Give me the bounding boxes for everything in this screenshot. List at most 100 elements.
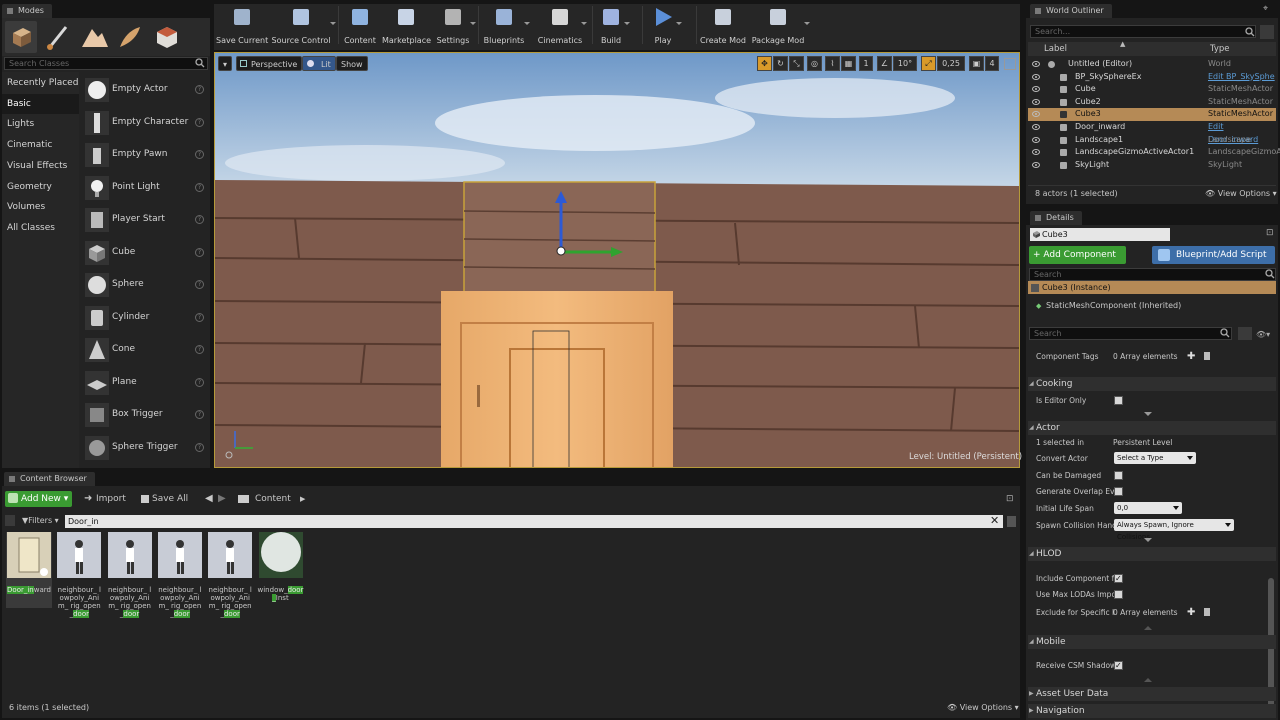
landscape-mode-icon[interactable] — [78, 21, 110, 53]
foliage-mode-icon[interactable] — [114, 21, 146, 53]
outliner-row[interactable]: LandscapeGizmoActiveActor1 LandscapeGizmo… — [1028, 146, 1280, 159]
content-lock-icon[interactable]: ⊡ — [1006, 494, 1016, 504]
cinematics-button[interactable]: Cinematics — [537, 6, 583, 48]
source-control-dropdown-arrow-icon[interactable] — [330, 22, 336, 25]
can-be-damaged-checkbox[interactable] — [1114, 471, 1123, 480]
help-icon[interactable]: ? — [195, 247, 204, 257]
translate-tool-icon[interactable]: ✥ — [757, 56, 772, 71]
outliner-row[interactable]: Door_inward Edit Door_inward — [1028, 121, 1276, 144]
marketplace-button[interactable]: Marketplace — [382, 6, 431, 48]
help-icon[interactable]: ? — [195, 377, 204, 387]
content-path-crumb[interactable]: Content — [255, 492, 291, 506]
outliner-row[interactable]: Cube StaticMeshActor — [1028, 83, 1276, 96]
details-tab[interactable]: Details — [1030, 211, 1082, 225]
place-item-cylinder[interactable]: Cylinder? — [82, 303, 208, 333]
surface-snap-icon[interactable]: ⌇ — [825, 56, 840, 71]
receive-csm-checkbox[interactable] — [1114, 657, 1123, 674]
add-exclude-icon[interactable]: ✚ — [1187, 604, 1195, 621]
place-item-box-trigger[interactable]: Box Trigger? — [82, 400, 208, 430]
place-item-player-start[interactable]: Player Start? — [82, 205, 208, 235]
content-browser-tab[interactable]: Content Browser — [4, 472, 95, 486]
forward-arrow-icon[interactable]: ▶ — [218, 492, 226, 506]
outliner-row-type[interactable]: Edit BP_SkySphe — [1208, 71, 1275, 84]
filters-button[interactable]: ▼Filters ▾ — [22, 514, 59, 527]
scale-snap-value[interactable]: 0,25 — [937, 56, 965, 71]
build-button[interactable]: Build — [596, 6, 626, 48]
visibility-eye-icon[interactable] — [1032, 98, 1040, 105]
content-button[interactable]: Content — [342, 6, 378, 48]
asset-tile[interactable]: neighbour_ lowpoly_Anim_ rig_open_door — [207, 532, 253, 618]
scale-snap-icon[interactable]: ⤢ — [921, 56, 936, 71]
place-item-empty-actor[interactable]: Empty Actor? — [82, 75, 208, 105]
visibility-eye-icon[interactable] — [1032, 149, 1040, 156]
help-icon[interactable]: ? — [195, 410, 204, 419]
maximize-viewport-icon[interactable] — [1004, 58, 1016, 70]
outliner-pin-icon[interactable]: ⌖ — [1263, 4, 1273, 14]
place-mode-icon[interactable] — [5, 21, 37, 53]
blueprint-add-script-button[interactable]: Blueprint/Add Script — [1152, 246, 1275, 264]
outliner-row[interactable]: Landscape1 Landscape — [1028, 134, 1276, 147]
save-search-icon[interactable] — [1007, 516, 1016, 527]
modes-tab[interactable]: Modes — [2, 4, 52, 18]
visibility-eye-icon[interactable] — [1032, 61, 1040, 67]
outliner-search-input[interactable]: Search... — [1030, 25, 1256, 38]
clear-search-icon[interactable]: ✕ — [990, 514, 999, 528]
play-dropdown-arrow-icon[interactable] — [676, 22, 682, 25]
place-item-plane[interactable]: Plane? — [82, 368, 208, 398]
visibility-eye-icon[interactable] — [1032, 73, 1040, 80]
visibility-eye-icon[interactable] — [1032, 136, 1040, 143]
geometry-mode-icon[interactable] — [150, 21, 182, 53]
help-icon[interactable]: ? — [195, 312, 204, 322]
blueprints-dropdown-arrow-icon[interactable] — [524, 22, 530, 25]
settings-button[interactable]: Settings — [434, 6, 472, 48]
category-geometry[interactable]: Geometry — [2, 177, 79, 197]
asset-tile[interactable]: neighbour_ lowpoly_Anim_ rig_open_door — [56, 532, 102, 618]
path-chevron-icon[interactable]: ▶ — [300, 492, 305, 506]
outliner-col-type[interactable]: Type — [1210, 44, 1230, 54]
category-basic[interactable]: Basic — [2, 93, 79, 114]
outliner-view-options[interactable]: 👁 View Options ▾ — [1205, 189, 1277, 198]
component-instance-row[interactable]: Cube3 (Instance) — [1028, 281, 1276, 294]
section-cooking[interactable]: Cooking — [1028, 377, 1276, 391]
convert-actor-dropdown[interactable]: Select a Type — [1114, 452, 1196, 464]
rotation-snap-icon[interactable]: ∠ — [877, 56, 892, 71]
include-component-checkbox[interactable] — [1114, 570, 1123, 587]
section-navigation[interactable]: Navigation — [1028, 704, 1276, 718]
property-matrix-icon[interactable] — [1238, 327, 1252, 340]
component-search-input[interactable]: Search — [1029, 268, 1276, 281]
world-outliner-tab[interactable]: World Outliner — [1030, 4, 1112, 18]
visibility-eye-icon[interactable] — [1032, 86, 1040, 93]
details-search-input[interactable]: Search — [1029, 327, 1232, 340]
create-mod-button[interactable]: Create Mod — [700, 6, 746, 48]
section-actor[interactable]: Actor — [1028, 421, 1276, 435]
back-arrow-icon[interactable]: ◀ — [205, 492, 213, 506]
generate-overlap-checkbox[interactable] — [1114, 487, 1123, 496]
help-icon[interactable]: ? — [195, 442, 204, 452]
cooking-expand-arrow-icon[interactable] — [1144, 412, 1152, 416]
play-button[interactable]: Play — [648, 6, 678, 48]
outliner-row[interactable]: SkyLight SkyLight — [1028, 159, 1276, 172]
section-mobile[interactable]: Mobile — [1028, 635, 1276, 649]
asset-tile[interactable]: neighbour_ lowpoly_Anim_ rig_open_door — [107, 532, 153, 618]
source-control-button[interactable]: Source Control — [270, 6, 332, 48]
grid-snap-icon[interactable]: ▦ — [841, 56, 856, 71]
outliner-row[interactable]: Cube3 StaticMeshActor — [1028, 108, 1276, 121]
help-icon[interactable]: ? — [195, 215, 204, 224]
settings-dropdown-arrow-icon[interactable] — [470, 22, 476, 25]
place-item-sphere[interactable]: Sphere? — [82, 270, 208, 300]
build-dropdown-arrow-icon[interactable] — [624, 22, 630, 25]
use-max-lod-checkbox[interactable] — [1114, 590, 1123, 599]
section-hlod[interactable]: HLOD — [1028, 547, 1276, 561]
paint-mode-icon[interactable] — [42, 21, 74, 53]
world-space-icon[interactable]: ◎ — [807, 56, 822, 71]
asset-tile[interactable]: neighbour_ lowpoly_Anim_ rig_open_door — [157, 532, 203, 618]
place-item-empty-pawn[interactable]: Empty Pawn? — [82, 140, 208, 170]
category-volumes[interactable]: Volumes — [2, 197, 79, 217]
camera-speed-icon[interactable]: ▣ — [969, 56, 984, 71]
place-item-cone[interactable]: Cone? — [82, 335, 208, 365]
level-viewport[interactable] — [214, 52, 1020, 468]
category-recently-placed[interactable]: Recently Placed — [2, 73, 79, 93]
asset-tile[interactable]: window_door_Inst — [258, 532, 304, 608]
outliner-row[interactable]: BP_SkySphereEx Edit BP_SkySphe — [1028, 71, 1276, 84]
show-button[interactable]: Show — [336, 56, 368, 71]
